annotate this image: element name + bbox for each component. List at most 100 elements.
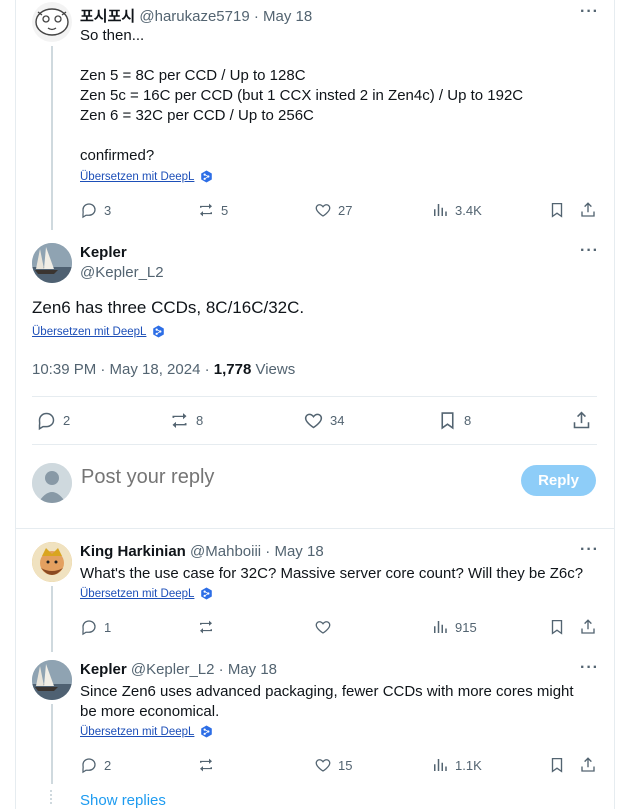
bookmark-button[interactable] — [548, 201, 566, 219]
divider — [32, 444, 597, 445]
view-count: 1.1K — [455, 757, 482, 773]
translate-link[interactable]: Übersetzen mit DeepL — [80, 587, 213, 600]
tweet-date[interactable]: May 18 — [228, 661, 277, 678]
views-label: Views — [255, 361, 296, 378]
thread-line — [51, 46, 53, 230]
repost-button[interactable]: 8 — [169, 410, 203, 431]
display-name[interactable]: King Harkinian — [80, 543, 186, 560]
avatar[interactable] — [32, 542, 72, 582]
views-chart-icon — [434, 759, 447, 771]
deepl-icon — [201, 170, 213, 183]
reply-button[interactable]: 2 — [80, 756, 111, 774]
like-button[interactable]: 34 — [303, 410, 344, 431]
reply-submit-button[interactable]: Reply — [521, 465, 596, 496]
display-name[interactable]: 포시포시 — [80, 8, 135, 25]
tweet-text-line: confirmed? — [80, 147, 155, 164]
bookmark-button[interactable]: 8 — [437, 410, 471, 431]
share-icon — [581, 757, 595, 772]
separator: · — [253, 8, 259, 25]
avatar-doodle-icon — [35, 8, 69, 36]
avatar[interactable] — [32, 243, 72, 283]
tweet-date[interactable]: May 18 — [274, 543, 323, 560]
tweet-meta: 10:39 PM · May 18, 2024 · 1,778 Views — [32, 361, 295, 378]
deepl-icon — [201, 725, 213, 738]
more-options-icon[interactable]: ··· — [580, 242, 599, 260]
reply-button[interactable]: 1 — [80, 618, 111, 636]
translate-link[interactable]: Übersetzen mit DeepL — [80, 170, 213, 183]
translate-label[interactable]: Übersetzen mit DeepL — [32, 326, 146, 338]
bookmark-button[interactable] — [548, 756, 566, 774]
like-button[interactable]: 15 — [314, 756, 352, 774]
tweet-text: What's the use case for 32C? Massive ser… — [80, 565, 584, 582]
like-button[interactable] — [314, 618, 332, 636]
tweet-text-line: So then... — [80, 27, 145, 44]
avatar-ship-icon — [32, 243, 72, 283]
display-name[interactable]: Kepler — [80, 661, 127, 678]
translate-label[interactable]: Übersetzen mit DeepL — [80, 588, 194, 600]
thread-line — [51, 704, 53, 784]
more-options-icon[interactable]: ··· — [580, 659, 599, 677]
repost-icon — [172, 413, 187, 428]
views-button[interactable]: 915 — [431, 618, 477, 636]
more-options-icon[interactable]: ··· — [580, 3, 599, 21]
avatar-king-icon — [32, 542, 72, 582]
bookmark-button[interactable] — [548, 618, 566, 636]
bookmark-icon — [551, 757, 563, 773]
separator: · — [265, 543, 271, 560]
share-button[interactable] — [571, 410, 592, 431]
translate-link[interactable]: Übersetzen mit DeepL — [80, 725, 213, 738]
user-handle[interactable]: @Kepler_L2 — [131, 661, 215, 678]
thread-line — [51, 586, 53, 652]
share-button[interactable] — [579, 756, 597, 774]
user-handle[interactable]: @harukaze5719 — [139, 8, 249, 25]
like-count: 27 — [338, 202, 353, 218]
tweet-header: 포시포시 @harukaze5719 · May 18 — [80, 5, 312, 26]
avatar[interactable] — [32, 660, 72, 700]
translate-label[interactable]: Übersetzen mit DeepL — [80, 726, 194, 738]
reply-button[interactable]: 3 — [80, 201, 111, 219]
reply-button[interactable]: 2 — [36, 410, 70, 431]
share-icon — [581, 619, 595, 634]
divider — [32, 396, 597, 397]
heart-icon — [304, 413, 323, 429]
reply-input[interactable] — [81, 466, 501, 489]
like-count: 34 — [330, 413, 345, 428]
tweet-text-line: Since Zen6 uses advanced packaging, fewe… — [80, 683, 574, 700]
share-button[interactable] — [579, 201, 597, 219]
user-handle[interactable]: @Mahboiii — [190, 543, 261, 560]
display-name[interactable]: Kepler — [80, 244, 127, 261]
tweet-date[interactable]: May 18 — [263, 8, 312, 25]
reply-count: 2 — [104, 757, 112, 773]
show-replies-link[interactable]: Show replies — [80, 792, 166, 809]
share-button[interactable] — [579, 618, 597, 636]
avatar — [32, 463, 72, 503]
like-button[interactable]: 27 — [314, 201, 352, 219]
repost-button[interactable] — [197, 618, 215, 636]
user-handle[interactable]: @Kepler_L2 — [80, 264, 164, 281]
views-button[interactable]: 1.1K — [431, 756, 482, 774]
avatar[interactable] — [32, 2, 72, 42]
deepl-icon — [201, 587, 213, 600]
repost-icon — [200, 203, 212, 217]
more-options-icon[interactable]: ··· — [580, 541, 599, 559]
repost-icon — [200, 758, 212, 772]
heart-icon — [315, 621, 331, 634]
reply-icon — [82, 758, 96, 774]
tweet-header: King Harkinian @Mahboiii · May 18 — [80, 543, 324, 560]
repost-button[interactable]: 5 — [197, 201, 228, 219]
heart-icon — [315, 204, 331, 217]
translate-label[interactable]: Übersetzen mit DeepL — [80, 171, 194, 183]
views-chart-icon — [434, 204, 447, 216]
tweet-text-line: be more economical. — [80, 703, 220, 720]
tweet-timestamp[interactable]: 10:39 PM · May 18, 2024 · — [32, 361, 210, 378]
translate-link[interactable]: Übersetzen mit DeepL — [32, 325, 165, 338]
tweet-header: Kepler @Kepler_L2 · May 18 — [80, 661, 277, 678]
tweet-text-line: Zen 6 = 32C per CCD / Up to 256C — [80, 107, 314, 124]
views-button[interactable]: 3.4K — [431, 201, 482, 219]
reply-count: 2 — [63, 413, 71, 428]
repost-button[interactable] — [197, 756, 215, 774]
divider — [15, 528, 615, 529]
default-user-icon — [32, 463, 72, 503]
